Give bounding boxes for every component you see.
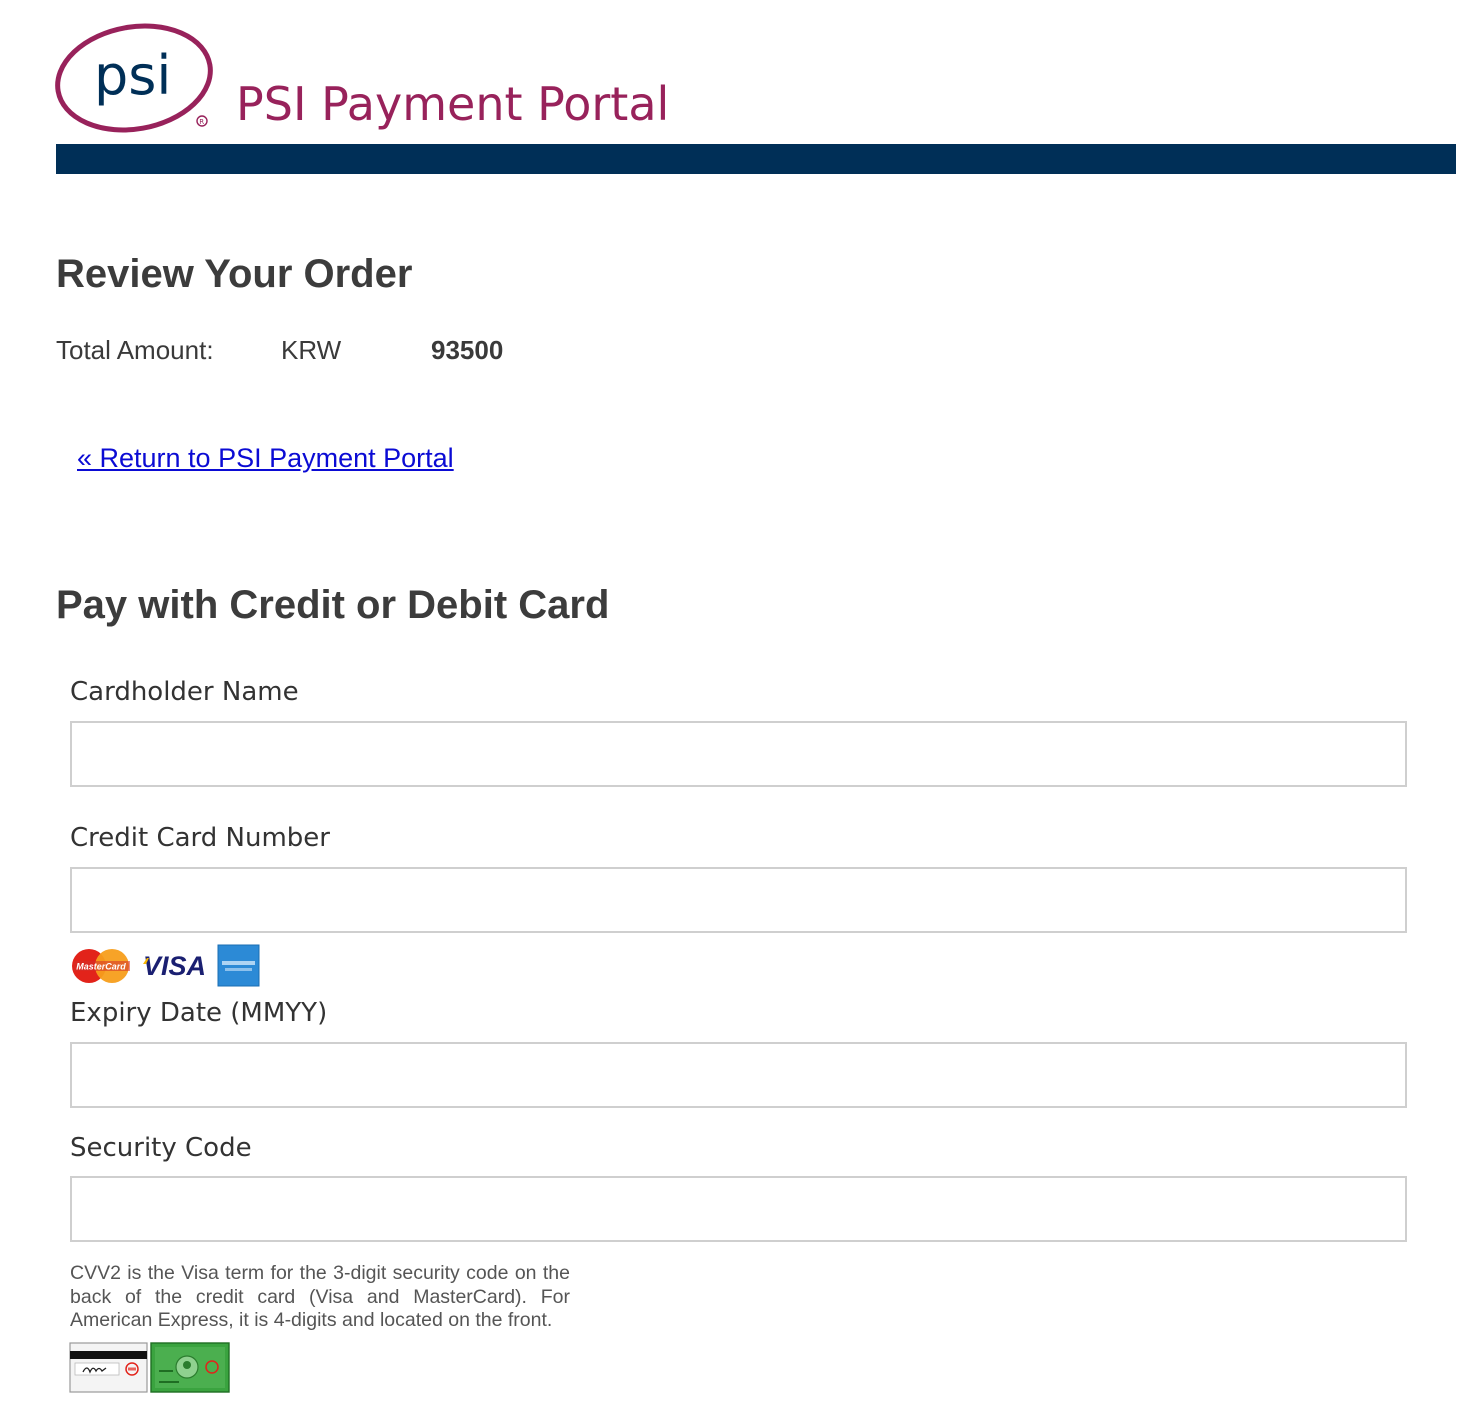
- total-amount-label: Total Amount:: [56, 335, 214, 365]
- security-code-label: Security Code: [70, 1133, 252, 1163]
- card-back-cvv-icon: [69, 1342, 148, 1393]
- american-express-icon: [217, 944, 260, 987]
- visa-icon: VISA: [143, 951, 206, 981]
- expiry-date-input[interactable]: [70, 1042, 1407, 1108]
- mastercard-icon: MasterCard: [72, 949, 130, 983]
- portal-title: PSI Payment Portal: [236, 77, 670, 131]
- total-amount-value: 93500: [431, 335, 504, 365]
- svg-text:VISA: VISA: [143, 951, 206, 981]
- cvv-help-text: CVV2 is the Visa term for the 3-digit se…: [70, 1262, 570, 1331]
- return-to-portal-link[interactable]: « Return to PSI Payment Portal: [77, 442, 454, 474]
- cardholder-name-input[interactable]: [70, 721, 1407, 787]
- accepted-cards: MasterCard VISA: [72, 944, 260, 987]
- logo-text: psi: [94, 44, 171, 107]
- expiry-date-label: Expiry Date (MMYY): [70, 998, 328, 1028]
- cvv-location-images: [69, 1342, 230, 1393]
- svg-text:R: R: [199, 118, 204, 126]
- card-number-input[interactable]: [70, 867, 1407, 933]
- review-order-heading: Review Your Order: [56, 252, 413, 296]
- amex-front-cvv-icon: [150, 1342, 230, 1393]
- card-number-label: Credit Card Number: [70, 823, 330, 853]
- security-code-input[interactable]: [70, 1176, 1407, 1242]
- svg-text:MasterCard: MasterCard: [76, 962, 126, 972]
- header-bar: [56, 144, 1456, 174]
- total-currency: KRW: [281, 335, 342, 365]
- pay-with-card-heading: Pay with Credit or Debit Card: [56, 583, 610, 627]
- psi-logo: psi R: [55, 23, 213, 133]
- cardholder-name-label: Cardholder Name: [70, 677, 299, 707]
